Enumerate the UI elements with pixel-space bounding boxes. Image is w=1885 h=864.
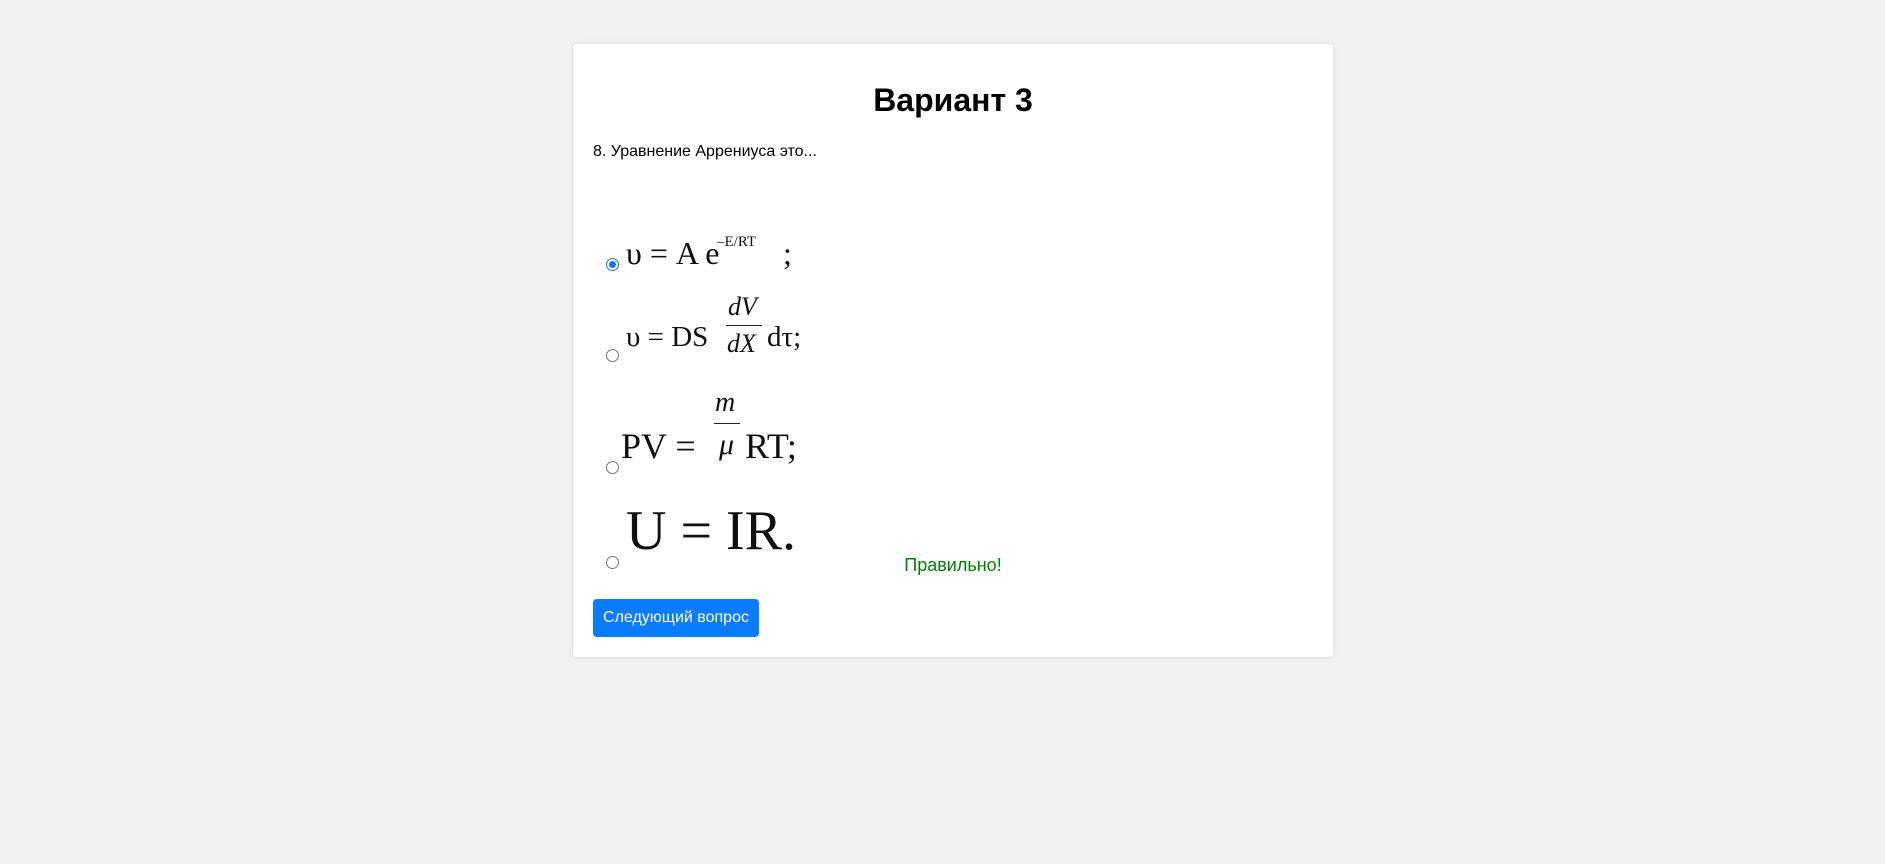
question-text: 8. Уравнение Аррениуса это... [593, 143, 817, 160]
formula-4-text: U = IR. [626, 500, 797, 562]
answer-radio-2[interactable] [606, 349, 619, 362]
formula-2-numerator: dV [728, 292, 757, 321]
formula-2-fraction-line [726, 325, 762, 326]
feedback-message: Правильно! [904, 555, 1002, 575]
quiz-card: Вариант 3 8. Уравнение Аррениуса это... … [573, 44, 1333, 657]
next-question-button[interactable]: Следующий вопрос [593, 599, 759, 637]
formula-2: υ = DS dV dX dτ; [626, 249, 826, 359]
answer-radio-3[interactable] [606, 461, 619, 474]
formula-3-fraction-line [714, 423, 740, 424]
formula-3: PV = m μ RT; [621, 344, 821, 474]
answer-radio-1[interactable] [606, 258, 619, 271]
variant-title: Вариант 3 [873, 82, 1033, 118]
formula-4: U = IR. [626, 459, 826, 569]
formula-3-numerator: m [715, 387, 736, 418]
formula-3-denominator: μ [719, 428, 735, 461]
